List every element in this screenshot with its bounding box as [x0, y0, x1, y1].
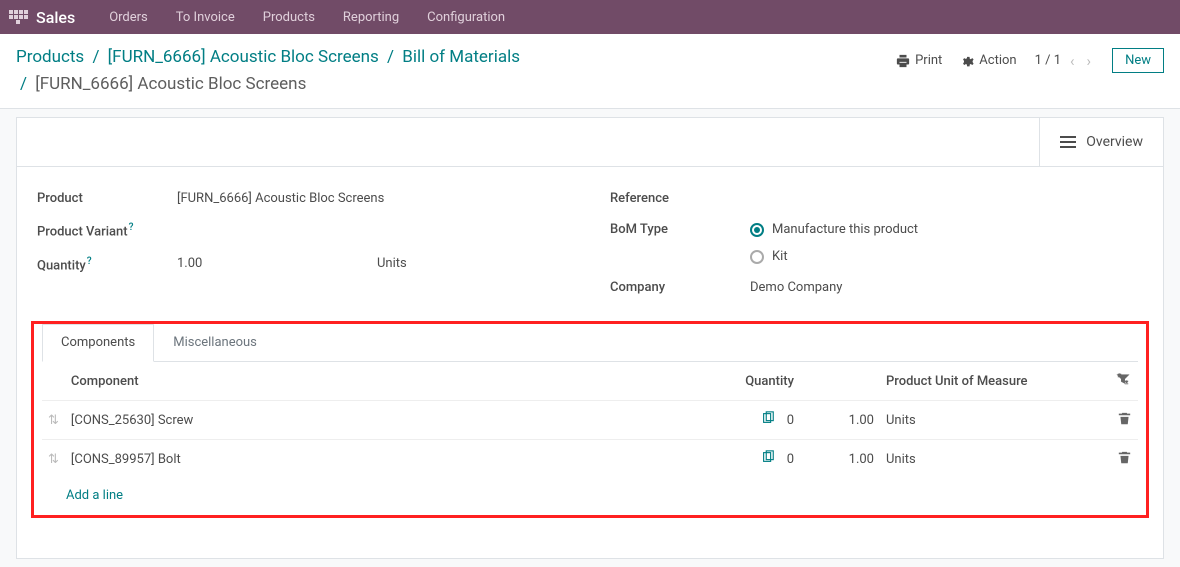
uom-cell[interactable]: Units: [880, 401, 1110, 440]
add-line-button[interactable]: Add a line: [42, 478, 1138, 503]
quantity-cell[interactable]: 1.00: [800, 440, 880, 479]
copy-icon[interactable]: [761, 450, 775, 468]
radio-kit[interactable]: Kit: [750, 249, 1143, 264]
tab-components[interactable]: Components: [42, 324, 154, 362]
pager-prev-icon[interactable]: ‹: [1067, 52, 1078, 70]
col-component: Component: [65, 362, 660, 401]
component-cell[interactable]: [CONS_89957] Bolt: [65, 440, 660, 479]
col-quantity: Quantity: [660, 362, 800, 401]
action-button[interactable]: Action: [960, 53, 1016, 68]
table-row: ⇅ [CONS_89957] Bolt 0 1.00 Units: [42, 440, 1138, 479]
help-icon[interactable]: ?: [129, 222, 134, 233]
filter-icon[interactable]: [1110, 362, 1138, 401]
delete-icon[interactable]: [1110, 440, 1138, 479]
company-value[interactable]: Demo Company: [750, 280, 1143, 295]
variant-label: Product Variant?: [37, 222, 177, 239]
uom-cell[interactable]: Units: [880, 440, 1110, 479]
product-label: Product: [37, 191, 177, 206]
zero-value: 0: [787, 452, 794, 467]
bom-type-label: BoM Type: [610, 222, 750, 237]
new-button[interactable]: New: [1112, 48, 1164, 73]
quantity-label: Quantity?: [37, 256, 177, 273]
company-label: Company: [610, 280, 750, 295]
delete-icon[interactable]: [1110, 401, 1138, 440]
breadcrumb-bom[interactable]: Bill of Materials: [402, 47, 520, 67]
breadcrumb: Products / [FURN_6666] Acoustic Bloc Scr…: [16, 44, 520, 98]
radio-checked-icon: [750, 223, 764, 237]
help-icon[interactable]: ?: [87, 256, 92, 267]
radio-unchecked-icon: [750, 250, 764, 264]
product-value[interactable]: [FURN_6666] Acoustic Bloc Screens: [177, 191, 570, 206]
quantity-value[interactable]: 1.00: [177, 256, 357, 271]
print-icon: [896, 54, 910, 68]
drag-handle-icon[interactable]: ⇅: [42, 401, 65, 440]
table-row: ⇅ [CONS_25630] Screw 0 1.00 Units: [42, 401, 1138, 440]
copy-icon[interactable]: [761, 411, 775, 429]
nav-configuration[interactable]: Configuration: [413, 10, 519, 25]
breadcrumb-products[interactable]: Products: [16, 47, 84, 67]
overview-button[interactable]: Overview: [1039, 118, 1163, 166]
apps-icon[interactable]: [8, 7, 28, 27]
zero-value: 0: [787, 413, 794, 428]
component-cell[interactable]: [CONS_25630] Screw: [65, 401, 660, 440]
col-uom: Product Unit of Measure: [880, 362, 1110, 401]
radio-manufacture[interactable]: Manufacture this product: [750, 222, 1143, 237]
hamburger-icon: [1060, 136, 1076, 148]
breadcrumb-current: [FURN_6666] Acoustic Bloc Screens: [35, 74, 306, 94]
gear-icon: [960, 54, 974, 68]
nav-to-invoice[interactable]: To Invoice: [162, 10, 249, 25]
pager: 1 / 1 ‹ ›: [1035, 52, 1094, 70]
reference-label: Reference: [610, 191, 750, 206]
nav-products[interactable]: Products: [249, 10, 329, 25]
nav-reporting[interactable]: Reporting: [329, 10, 413, 25]
quantity-cell[interactable]: 1.00: [800, 401, 880, 440]
drag-handle-icon[interactable]: ⇅: [42, 440, 65, 479]
quantity-unit[interactable]: Units: [377, 256, 407, 271]
print-button[interactable]: Print: [896, 53, 942, 68]
breadcrumb-product[interactable]: [FURN_6666] Acoustic Bloc Screens: [108, 47, 379, 67]
tab-miscellaneous[interactable]: Miscellaneous: [154, 324, 276, 361]
pager-next-icon[interactable]: ›: [1084, 52, 1095, 70]
app-brand[interactable]: Sales: [36, 8, 75, 27]
nav-orders[interactable]: Orders: [95, 10, 162, 25]
